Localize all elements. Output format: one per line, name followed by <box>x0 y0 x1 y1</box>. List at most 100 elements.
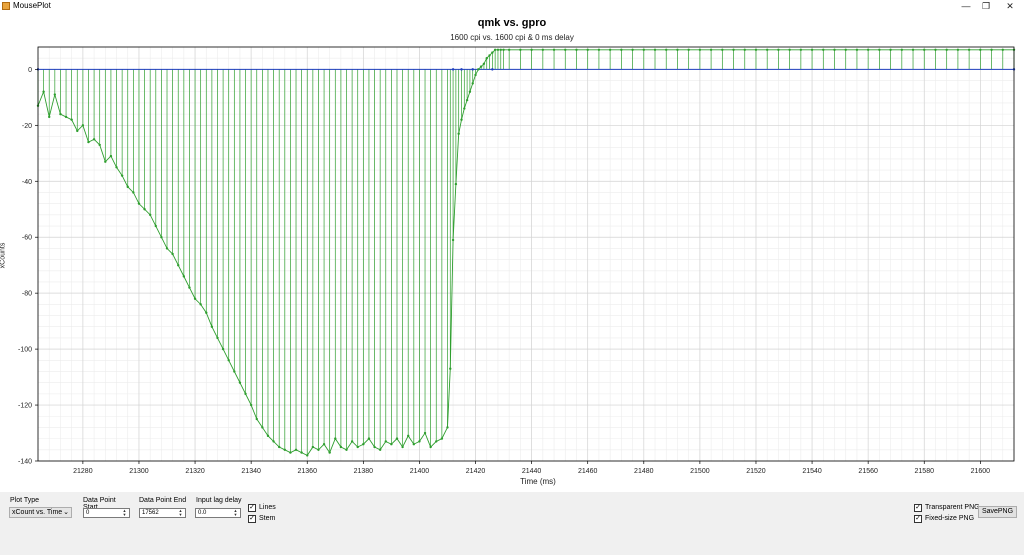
series-0-point <box>109 154 113 158</box>
series-0-point <box>507 48 511 51</box>
x-tick-label: 21560 <box>858 468 878 475</box>
series-0-point <box>390 443 393 446</box>
series-0-point <box>350 440 354 443</box>
series-0-point <box>227 359 230 362</box>
series-0-point <box>519 48 522 51</box>
series-0-point <box>493 48 497 51</box>
series-0-point <box>59 112 62 116</box>
y-axis-ticks: 0 -20 -40 -60 -80 -100 -120 -140 <box>18 67 38 466</box>
series-0-point <box>620 48 623 51</box>
series-0-point <box>221 347 225 351</box>
series-0-point <box>132 191 135 194</box>
series-0-point <box>429 445 432 449</box>
series-0-point <box>822 48 825 51</box>
y-tick-label: -40 <box>22 179 32 186</box>
series-0-point <box>193 297 197 300</box>
series-0-point <box>586 48 589 51</box>
series-0-point <box>855 48 859 51</box>
series-0-point <box>345 448 348 452</box>
series-0-point <box>367 437 371 440</box>
series-0-point <box>552 48 556 51</box>
series-0-point <box>698 48 702 51</box>
transparent-png-checkbox[interactable]: ✓ <box>914 504 922 512</box>
plot-type-select[interactable]: xCount vs. Time ⌄ <box>9 507 72 518</box>
series-0-point <box>199 303 202 306</box>
series-0-point <box>289 451 292 454</box>
series-1-point <box>451 68 455 71</box>
series-0-point <box>311 445 315 449</box>
series-0-point <box>732 48 735 51</box>
stem-checkbox[interactable]: ✓ <box>248 515 256 523</box>
series-0-point <box>177 263 180 267</box>
series-0-point <box>42 90 45 93</box>
series-0-point <box>137 202 141 205</box>
data-point-end-label: Data Point End <box>139 497 187 504</box>
spinner-arrows-icon[interactable]: ▲ ▼ <box>232 509 239 517</box>
data-point-end-input[interactable]: 17562 ▲ ▼ <box>139 508 186 518</box>
series-0-point <box>743 48 746 51</box>
series-0-point <box>665 48 668 51</box>
series-0-point <box>165 247 169 250</box>
y-tick-label: -60 <box>22 235 32 242</box>
series-0-point <box>477 68 480 71</box>
y-axis-title: xCounts <box>0 242 7 269</box>
y-tick-label: -140 <box>18 459 32 466</box>
series-0-point <box>334 437 337 440</box>
series-0-point <box>676 48 679 51</box>
data-point-end-value: 17562 <box>142 510 159 516</box>
x-tick-label: 21580 <box>915 468 935 475</box>
series-0-point <box>328 451 331 454</box>
series-0-point <box>653 48 657 51</box>
series-0-point <box>70 118 73 121</box>
series-0-point <box>765 48 769 51</box>
series-0-point <box>373 445 376 449</box>
series-0-point <box>233 370 236 373</box>
series-0-point <box>597 48 601 51</box>
x-tick-label: 21360 <box>298 468 318 475</box>
x-tick-label: 21280 <box>73 468 93 475</box>
series-0-point <box>160 236 163 239</box>
series-0-point <box>384 440 387 443</box>
series-0-point <box>642 48 645 51</box>
series-0-point <box>1001 48 1004 51</box>
series-0-point <box>339 445 343 449</box>
y-tick-label: 0 <box>28 67 32 74</box>
series-0-point <box>979 48 982 51</box>
x-tick-label: 21340 <box>241 468 261 475</box>
x-tick-label: 21420 <box>466 468 486 475</box>
series-0-point <box>317 448 320 452</box>
save-png-button[interactable]: SavePNG <box>978 506 1017 518</box>
series-0-point <box>900 48 904 51</box>
y-tick-label: -80 <box>22 291 32 298</box>
y-tick-label: -120 <box>18 403 32 410</box>
transparent-png-label: Transparent PNG <box>925 504 980 511</box>
series-0-point <box>423 431 427 435</box>
series-0-point <box>440 437 444 440</box>
chart: 21280 21300 21320 21340 21360 21380 21400 21420… <box>18 46 1016 475</box>
series-0-point <box>460 118 463 121</box>
series-0-point <box>889 48 892 51</box>
series-0-point <box>956 48 960 51</box>
series-1-point <box>471 68 474 71</box>
series-0-point <box>967 48 971 51</box>
series-0-point <box>488 54 491 57</box>
series-0-point <box>799 48 803 51</box>
series-0-point <box>465 98 469 102</box>
x-tick-label: 21600 <box>971 468 991 475</box>
series-0-point <box>564 48 567 51</box>
spinner-arrows-icon[interactable]: ▲ ▼ <box>177 509 184 517</box>
input-lag-delay-input[interactable]: 0.0 ▲ ▼ <box>195 508 241 518</box>
x-axis-title: Time (ms) <box>520 477 556 486</box>
series-0-point <box>266 434 270 438</box>
series-0-point <box>709 48 713 51</box>
series-0-point <box>261 426 264 429</box>
input-lag-delay-value: 0.0 <box>198 510 207 516</box>
series-0-point <box>182 275 186 278</box>
data-point-start-input[interactable]: 0 ▲ ▼ <box>83 508 130 518</box>
series-0-point <box>810 48 814 51</box>
fixed-size-png-checkbox[interactable]: ✓ <box>914 515 922 523</box>
series-0-point <box>53 93 57 96</box>
series-0-point <box>322 443 326 446</box>
spinner-arrows-icon[interactable]: ▲ ▼ <box>121 509 128 517</box>
lines-checkbox[interactable]: ✓ <box>248 504 256 512</box>
